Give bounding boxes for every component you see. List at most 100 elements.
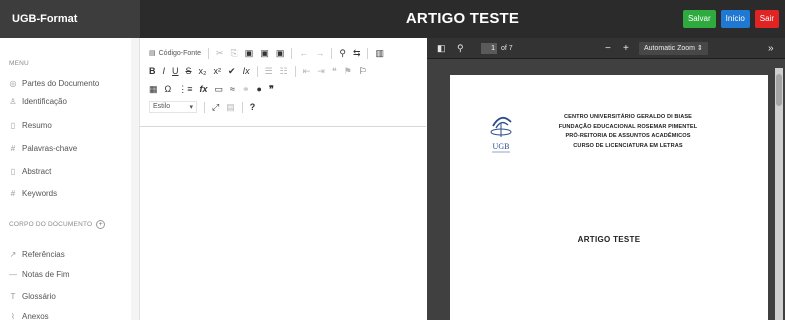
maximize-icon[interactable]: ⤢: [212, 101, 219, 113]
logo-text: UGB: [493, 142, 510, 151]
copy-format-icon[interactable]: ✔: [228, 65, 236, 77]
page-number-input[interactable]: [481, 43, 497, 54]
app-window: UGB-Format ARTIGO TESTE Salvar Início Sa…: [0, 0, 785, 320]
sidebar-item-resumo[interactable]: ▯ Resumo: [9, 118, 52, 132]
link-icon[interactable]: ⚭: [242, 83, 250, 95]
formula-icon[interactable]: fx: [200, 83, 208, 95]
strikethrough-icon[interactable]: S: [186, 65, 192, 77]
chevron-down-icon: ⇕: [696, 45, 703, 52]
layers-icon: ◎: [9, 78, 17, 88]
clear-format-icon[interactable]: Ix: [243, 65, 250, 77]
pdf-document-title: ARTIGO TESTE: [577, 235, 641, 244]
toolbar-row-3: ▦ Ω ⋮≡ fx ▭ ≈ ⚭ ● ❞: [149, 80, 426, 98]
tools-menu-icon[interactable]: »: [768, 38, 774, 59]
paperclip-icon: ⌇: [11, 311, 15, 320]
indent-icon[interactable]: ⇥: [317, 65, 325, 77]
image-icon[interactable]: ▭: [215, 83, 224, 95]
source-button[interactable]: ▤ Código-Fonte: [149, 49, 202, 58]
table-icon[interactable]: ▦: [149, 83, 158, 95]
add-section-icon[interactable]: +: [96, 220, 106, 229]
sidebar-toggle-icon[interactable]: ◧: [437, 38, 446, 59]
spellcheck-icon[interactable]: ▥: [375, 47, 384, 59]
sidebar-item-palavras-chave[interactable]: # Palavras-chave: [9, 141, 77, 155]
blockquote-icon[interactable]: ❝: [332, 65, 337, 77]
page-total-label: of 7: [501, 45, 513, 52]
bulleted-list-icon[interactable]: ☷: [280, 65, 288, 77]
quote-icon[interactable]: ❞: [269, 83, 274, 95]
pdf-viewer: ◧ ⚲ of 7 − + Automatic Zoom ⇕ » UGB CEN: [427, 38, 785, 320]
cut-icon[interactable]: ✂: [216, 47, 224, 59]
link-icon: ↗: [9, 249, 17, 259]
sidebar-item-notas-de-fim[interactable]: — Notas de Fim: [9, 267, 70, 281]
editor-content-area[interactable]: [140, 127, 426, 320]
sidebar-item-referencias[interactable]: ↗ Referências: [9, 247, 65, 261]
sidebar-item-label: Identificação: [22, 96, 67, 106]
sidebar-item-label: Keywords: [22, 188, 58, 198]
zoom-out-icon[interactable]: −: [605, 38, 611, 59]
undo-icon[interactable]: ←: [299, 47, 308, 59]
sidebar-item-label: Partes do Documento: [22, 78, 100, 88]
help-icon[interactable]: ?: [250, 101, 256, 113]
comment-icon[interactable]: ●: [257, 83, 262, 95]
redo-icon[interactable]: →: [315, 47, 324, 59]
italic-icon[interactable]: I: [163, 65, 166, 77]
pdf-scrollbar[interactable]: [775, 68, 783, 320]
numbered-list-icon[interactable]: ☰: [265, 65, 273, 77]
sidebar-item-abstract[interactable]: ▯ Abstract: [9, 164, 52, 178]
sidebar-item-identificacao[interactable]: ♙ Identificação: [9, 94, 67, 108]
list-style-icon[interactable]: ⋮≡: [178, 83, 192, 95]
underline-icon[interactable]: U: [172, 65, 179, 77]
hash-icon: #: [10, 188, 16, 198]
paste-word-icon[interactable]: ▣: [276, 47, 285, 59]
math-icon[interactable]: ≈: [230, 83, 235, 95]
bold-icon[interactable]: B: [149, 65, 156, 77]
outdent-icon[interactable]: ⇤: [303, 65, 311, 77]
exit-button[interactable]: Sair: [754, 10, 779, 28]
sidebar-item-partes-do-documento[interactable]: ◎ Partes do Documento: [9, 76, 100, 90]
sidebar-item-label: Palavras-chave: [22, 143, 78, 153]
copy-icon[interactable]: ⎘: [231, 47, 238, 59]
sidebar-item-anexos[interactable]: ⌇ Anexos: [9, 309, 49, 320]
replace-icon[interactable]: ⇆: [353, 47, 361, 59]
superscript-icon[interactable]: x²: [214, 65, 222, 77]
menu-heading: MENU: [9, 60, 29, 67]
body-heading-label: CORPO DO DOCUMENTO: [9, 221, 93, 228]
toolbar-separator: [367, 47, 369, 59]
institution-line: CURSO DE LICENCIATURA EM LETRAS: [573, 142, 683, 149]
flag-icon[interactable]: ⚐: [359, 65, 367, 77]
institution-header: CENTRO UNIVERSITÁRIO GERALDO DI BIASE FU…: [538, 113, 718, 151]
paste-icon[interactable]: ▣: [245, 47, 254, 59]
paste-text-icon[interactable]: ▣: [260, 47, 269, 59]
find-icon[interactable]: ⚲: [339, 47, 346, 59]
subscript-icon[interactable]: x₂: [199, 65, 207, 77]
sidebar-item-label: Notas de Fim: [22, 269, 70, 279]
show-blocks-icon[interactable]: ▤: [226, 101, 235, 113]
sidebar-item-keywords[interactable]: # Keywords: [9, 186, 57, 200]
save-button[interactable]: Salvar: [682, 10, 716, 28]
special-char-icon[interactable]: Ω: [165, 83, 172, 95]
pdf-page: UGB CENTRO UNIVERSITÁRIO GERALDO DI BIAS…: [450, 75, 768, 320]
zoom-in-icon[interactable]: +: [623, 38, 629, 59]
editor-panel: ▤ Código-Fonte ✂ ⎘ ▣ ▣ ▣ ← → ⚲ ⇆ ▥ B I U…: [140, 38, 426, 320]
sidebar-item-label: Resumo: [22, 120, 52, 130]
document-icon: ▯: [10, 120, 16, 130]
text-icon: T: [10, 291, 16, 301]
toolbar-separator: [256, 65, 258, 77]
search-icon[interactable]: ⚲: [457, 38, 464, 59]
source-label: Código-Fonte: [158, 49, 202, 57]
sidebar-item-label: Anexos: [22, 311, 49, 320]
pdf-scrollbar-thumb[interactable]: [776, 74, 782, 106]
sidebar-scrollbar[interactable]: [131, 38, 139, 320]
home-button[interactable]: Início: [720, 10, 750, 28]
document-icon: ▯: [10, 166, 16, 176]
brand-label: UGB-Format: [0, 0, 140, 38]
zoom-select[interactable]: Automatic Zoom ⇕: [639, 42, 708, 55]
style-select[interactable]: Estilo ▾: [149, 101, 197, 113]
top-bar: UGB-Format ARTIGO TESTE Salvar Início Sa…: [0, 0, 785, 38]
anchor-icon[interactable]: ⚑: [344, 65, 352, 77]
body-section-heading: CORPO DO DOCUMENTO +: [9, 220, 106, 229]
sidebar-item-label: Referências: [22, 249, 65, 259]
sidebar-item-glossario[interactable]: T Glossário: [9, 289, 56, 303]
university-logo: UGB: [490, 116, 512, 153]
hash-icon: #: [10, 143, 16, 153]
